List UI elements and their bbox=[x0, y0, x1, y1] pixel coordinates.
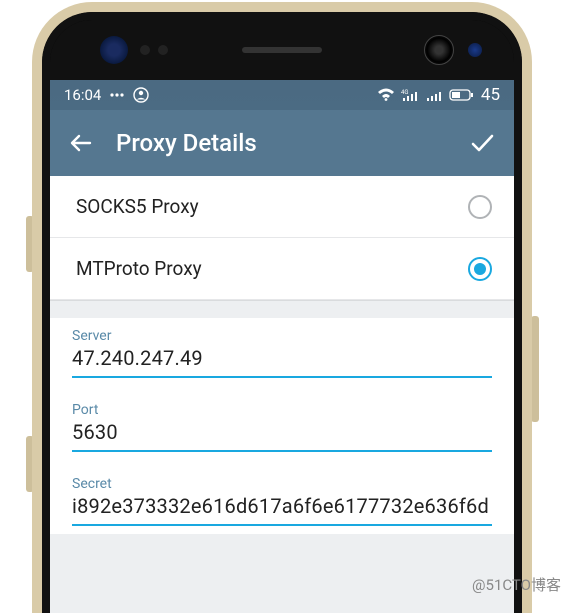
secret-value: i892e373332e616d617a6f6e6177732e636f6d bbox=[72, 494, 492, 526]
status-bar: 16:04 4G bbox=[50, 80, 514, 110]
signal-icon bbox=[427, 88, 443, 102]
arrow-left-icon bbox=[68, 130, 94, 156]
phone-notch bbox=[50, 20, 514, 80]
secret-field[interactable]: Secret i892e373332e616d617a6f6e6177732e6… bbox=[50, 466, 514, 534]
app-bar: Proxy Details bbox=[50, 110, 514, 176]
proxy-option-label: MTProto Proxy bbox=[76, 257, 468, 280]
wifi-icon bbox=[377, 88, 395, 102]
svg-text:4G: 4G bbox=[401, 89, 408, 96]
proxy-option-mtproto[interactable]: MTProto Proxy bbox=[50, 238, 514, 300]
status-time: 16:04 bbox=[64, 86, 101, 104]
field-label: Server bbox=[72, 328, 492, 344]
signal-4g-icon: 4G bbox=[401, 88, 421, 102]
radio-unselected-icon bbox=[468, 195, 492, 219]
proxy-option-label: SOCKS5 Proxy bbox=[76, 195, 468, 218]
check-icon bbox=[468, 129, 496, 157]
confirm-button[interactable] bbox=[466, 129, 496, 157]
server-value: 47.240.247.49 bbox=[72, 346, 492, 378]
port-value: 5630 bbox=[72, 420, 492, 452]
phone-frame: 16:04 4G bbox=[32, 2, 532, 613]
section-divider bbox=[50, 300, 514, 318]
phone-power-button bbox=[531, 316, 539, 422]
field-label: Secret bbox=[72, 476, 492, 492]
battery-level: 45 bbox=[481, 85, 500, 105]
port-field[interactable]: Port 5630 bbox=[50, 392, 514, 460]
radio-selected-icon bbox=[468, 257, 492, 281]
battery-icon bbox=[449, 88, 475, 102]
proxy-option-socks5[interactable]: SOCKS5 Proxy bbox=[50, 176, 514, 238]
field-label: Port bbox=[72, 402, 492, 418]
notification-dots-icon bbox=[109, 87, 125, 103]
user-icon bbox=[133, 87, 149, 103]
server-field[interactable]: Server 47.240.247.49 bbox=[50, 318, 514, 386]
back-button[interactable] bbox=[68, 130, 98, 156]
page-title: Proxy Details bbox=[98, 129, 466, 157]
watermark: @51CTO博客 bbox=[472, 574, 561, 595]
